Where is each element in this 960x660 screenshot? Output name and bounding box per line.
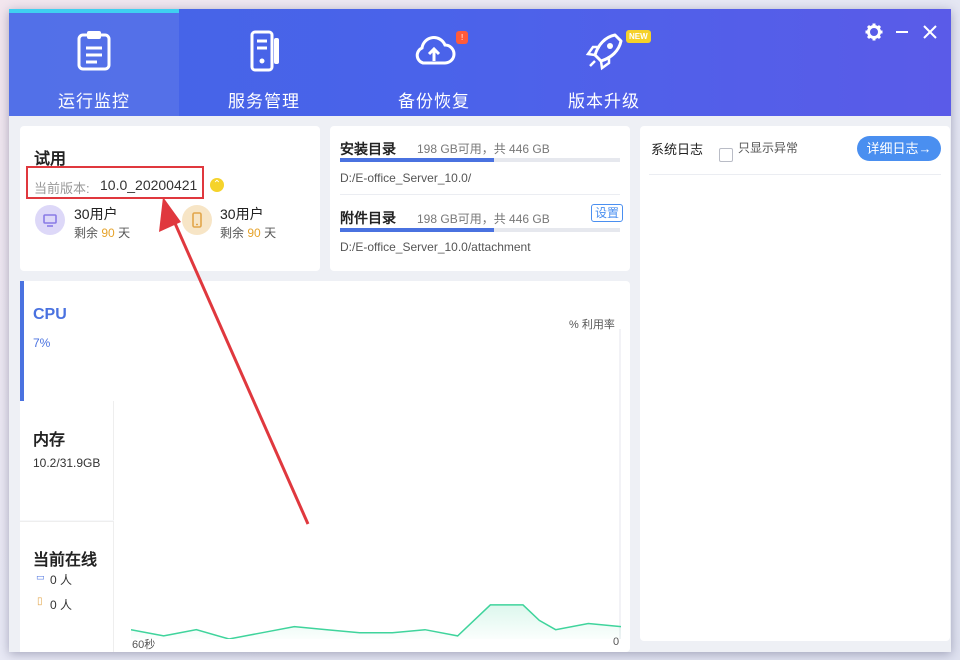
- annotation-arrow: [159, 197, 310, 525]
